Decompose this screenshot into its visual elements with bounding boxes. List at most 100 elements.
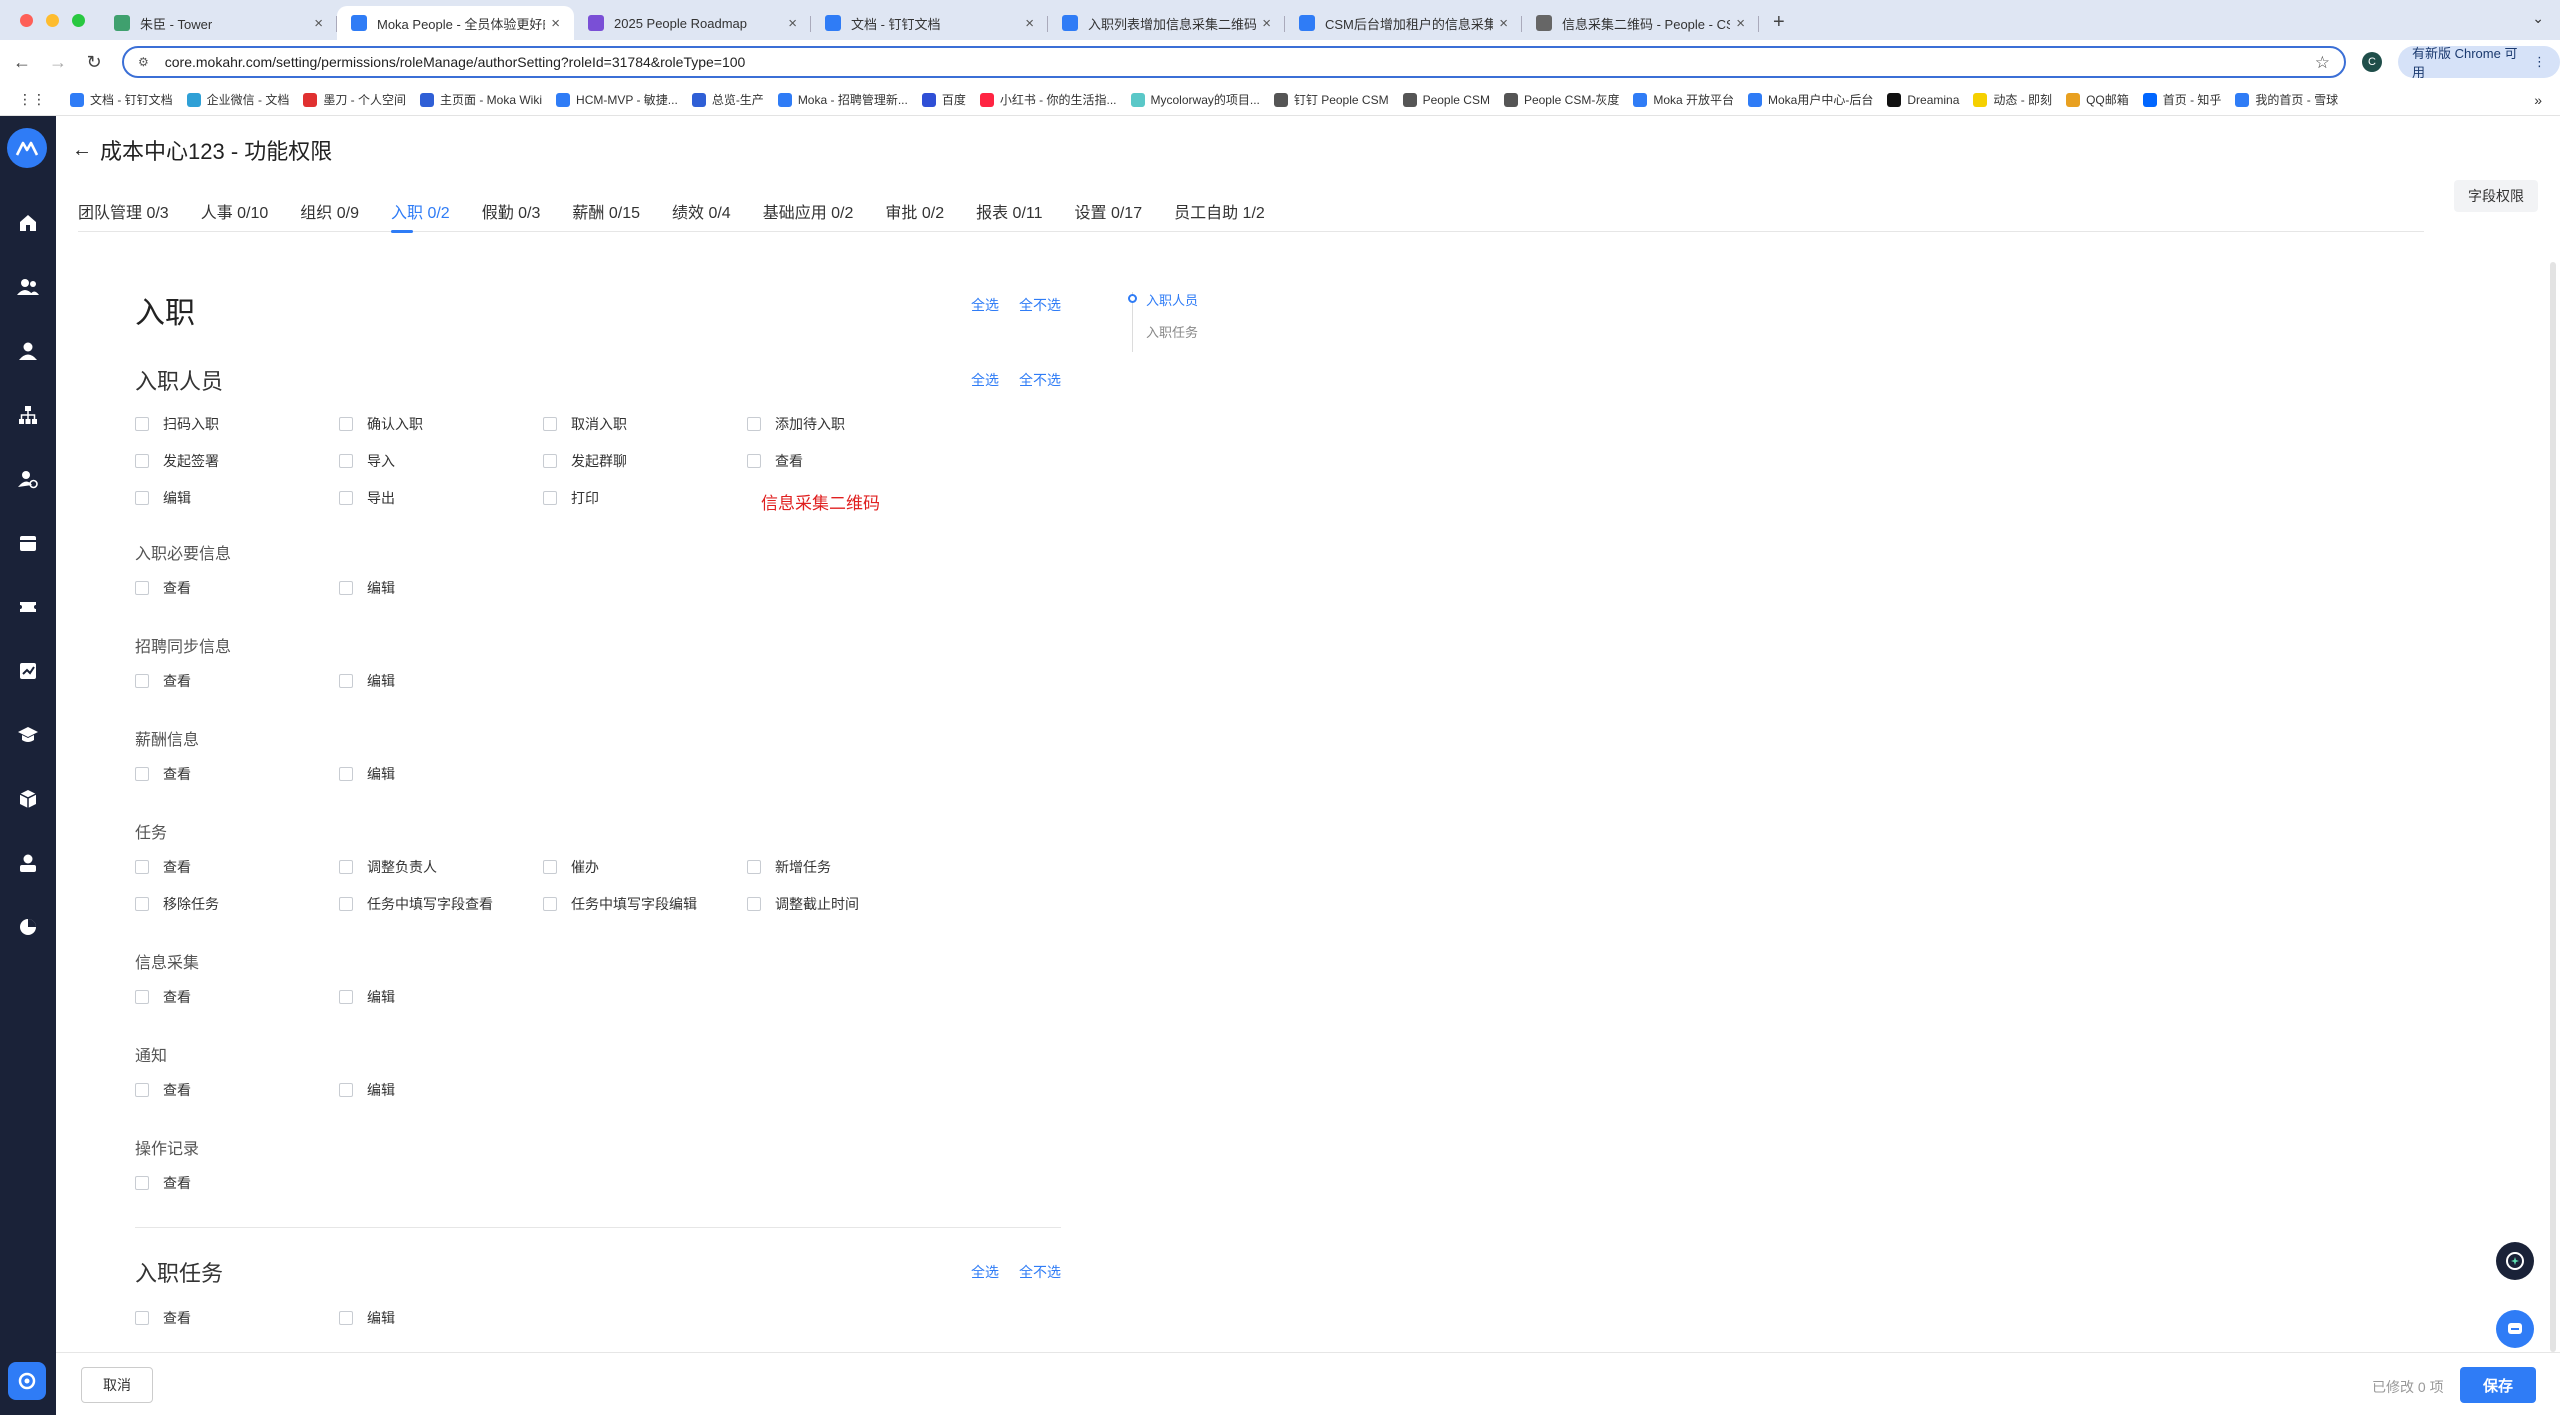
- checkbox-box[interactable]: [339, 990, 353, 1004]
- checkbox-box[interactable]: [339, 1083, 353, 1097]
- select-all-link[interactable]: 全选: [971, 295, 999, 315]
- scrollbar[interactable]: [2550, 262, 2556, 1352]
- checkbox-box[interactable]: [339, 1311, 353, 1325]
- checkbox-box[interactable]: [135, 897, 149, 911]
- bookmark-item[interactable]: 动态 - 即刻: [1973, 91, 2052, 108]
- report-pie-icon[interactable]: [17, 916, 39, 938]
- module-tab[interactable]: 绩效 0/4: [672, 186, 731, 232]
- checkbox-box[interactable]: [135, 454, 149, 468]
- permission-checkbox[interactable]: 确认入职: [339, 414, 423, 434]
- performance-icon[interactable]: [17, 660, 39, 682]
- browser-tab[interactable]: CSM后台增加租户的信息采集二 ×: [1285, 6, 1522, 40]
- back-arrow-icon[interactable]: ←: [8, 52, 36, 73]
- tab-close-icon[interactable]: ×: [1025, 15, 1034, 32]
- checkbox-box[interactable]: [543, 897, 557, 911]
- settings-circle-icon[interactable]: [8, 1362, 46, 1400]
- checkbox-box[interactable]: [135, 674, 149, 688]
- bookmark-item[interactable]: People CSM-灰度: [1503, 91, 1619, 108]
- permission-checkbox[interactable]: 查看: [135, 1173, 191, 1193]
- bookmark-item[interactable]: 钉钉 People CSM: [1273, 91, 1389, 108]
- bookmark-item[interactable]: QQ邮箱: [2066, 91, 2129, 108]
- permission-checkbox[interactable]: 导入: [339, 451, 395, 471]
- checkbox-box[interactable]: [339, 860, 353, 874]
- permission-checkbox[interactable]: 查看: [747, 451, 803, 471]
- bookmark-item[interactable]: 文档 - 钉钉文档: [70, 91, 173, 108]
- reload-icon[interactable]: ↻: [80, 52, 108, 73]
- checkbox-box[interactable]: [543, 454, 557, 468]
- bookmark-item[interactable]: Moka用户中心-后台: [1748, 91, 1873, 108]
- anchor-item-onboarding-tasks[interactable]: 入职任务: [1146, 322, 1198, 341]
- tab-close-icon[interactable]: ×: [551, 15, 560, 32]
- permission-checkbox[interactable]: 编辑: [339, 764, 395, 784]
- back-arrow-icon[interactable]: ←: [72, 139, 92, 162]
- calendar-icon[interactable]: [17, 532, 39, 554]
- bookmark-item[interactable]: 主页面 - Moka Wiki: [420, 91, 542, 108]
- permission-checkbox[interactable]: 调整负责人: [339, 857, 437, 877]
- maximize-window-button[interactable]: [72, 14, 85, 27]
- bookmark-item[interactable]: 墨刀 - 个人空间: [303, 91, 406, 108]
- permission-checkbox[interactable]: 调整截止时间: [747, 894, 859, 914]
- org-chart-icon[interactable]: [17, 404, 39, 426]
- more-bookmarks-icon[interactable]: »: [2534, 92, 2542, 108]
- checkbox-box[interactable]: [135, 417, 149, 431]
- checkbox-box[interactable]: [747, 417, 761, 431]
- box-icon[interactable]: [17, 788, 39, 810]
- select-all-link[interactable]: 全选: [971, 370, 999, 390]
- permission-checkbox[interactable]: 取消入职: [543, 414, 627, 434]
- url-bar[interactable]: ⚙ core.mokahr.com/setting/permissions/ro…: [122, 46, 2346, 78]
- chat-support-icon[interactable]: [2496, 1310, 2534, 1348]
- select-all-link[interactable]: 全选: [971, 1262, 999, 1282]
- bookmark-item[interactable]: 百度: [921, 91, 966, 108]
- checkbox-box[interactable]: [747, 860, 761, 874]
- field-permission-button[interactable]: 字段权限: [2454, 180, 2538, 212]
- apps-grid-icon[interactable]: ⋮⋮: [18, 91, 46, 108]
- cancel-button[interactable]: 取消: [81, 1367, 153, 1403]
- checkbox-box[interactable]: [135, 1311, 149, 1325]
- permission-checkbox[interactable]: 扫码入职: [135, 414, 219, 434]
- module-tab[interactable]: 设置 0/17: [1075, 186, 1143, 232]
- permission-checkbox[interactable]: 查看: [135, 764, 191, 784]
- module-tab[interactable]: 组织 0/9: [300, 186, 359, 232]
- home-icon[interactable]: [17, 212, 39, 234]
- permission-checkbox[interactable]: 查看: [135, 578, 191, 598]
- permission-checkbox[interactable]: 发起群聊: [543, 451, 627, 471]
- deselect-all-link[interactable]: 全不选: [1019, 370, 1061, 390]
- module-tab[interactable]: 薪酬 0/15: [572, 186, 640, 232]
- module-tab[interactable]: 报表 0/11: [976, 186, 1042, 232]
- deselect-all-link[interactable]: 全不选: [1019, 1262, 1061, 1282]
- permission-checkbox[interactable]: 打印: [543, 488, 599, 508]
- module-tab[interactable]: 员工自助 1/2: [1174, 186, 1265, 232]
- ai-assistant-icon[interactable]: [2496, 1242, 2534, 1280]
- permission-checkbox[interactable]: 查看: [135, 1080, 191, 1100]
- new-tab-button[interactable]: +: [1759, 11, 1799, 40]
- checkbox-box[interactable]: [135, 767, 149, 781]
- tab-close-icon[interactable]: ×: [788, 15, 797, 32]
- ticket-icon[interactable]: [17, 596, 39, 618]
- tab-close-icon[interactable]: ×: [1499, 15, 1508, 32]
- permission-checkbox[interactable]: 移除任务: [135, 894, 219, 914]
- bookmark-item[interactable]: Dreamina: [1887, 92, 1959, 107]
- profile-avatar[interactable]: C: [2362, 52, 2382, 72]
- checkbox-box[interactable]: [339, 581, 353, 595]
- checkbox-box[interactable]: [543, 417, 557, 431]
- browser-tab[interactable]: 2025 People Roadmap ×: [574, 6, 811, 40]
- permission-checkbox[interactable]: 查看: [135, 987, 191, 1007]
- checkbox-box[interactable]: [135, 581, 149, 595]
- permission-checkbox[interactable]: 编辑: [339, 578, 395, 598]
- checkbox-box[interactable]: [135, 860, 149, 874]
- bookmark-item[interactable]: People CSM: [1402, 92, 1490, 107]
- bookmark-item[interactable]: 总览-生产: [691, 91, 764, 108]
- permission-checkbox[interactable]: 编辑: [339, 671, 395, 691]
- save-button[interactable]: 保存: [2460, 1367, 2536, 1403]
- checkbox-box[interactable]: [747, 454, 761, 468]
- site-settings-icon[interactable]: ⚙: [138, 55, 149, 69]
- checkbox-box[interactable]: [543, 860, 557, 874]
- permission-checkbox[interactable]: 任务中填写字段编辑: [543, 894, 697, 914]
- module-tab[interactable]: 假勤 0/3: [482, 186, 541, 232]
- bookmark-item[interactable]: 小红书 - 你的生活指...: [979, 91, 1117, 108]
- anchor-item-onboarding-staff[interactable]: 入职人员: [1146, 290, 1198, 309]
- tab-close-icon[interactable]: ×: [1262, 15, 1271, 32]
- deselect-all-link[interactable]: 全不选: [1019, 295, 1061, 315]
- permission-checkbox[interactable]: 查看: [135, 671, 191, 691]
- bookmark-item[interactable]: Moka 开放平台: [1633, 91, 1734, 108]
